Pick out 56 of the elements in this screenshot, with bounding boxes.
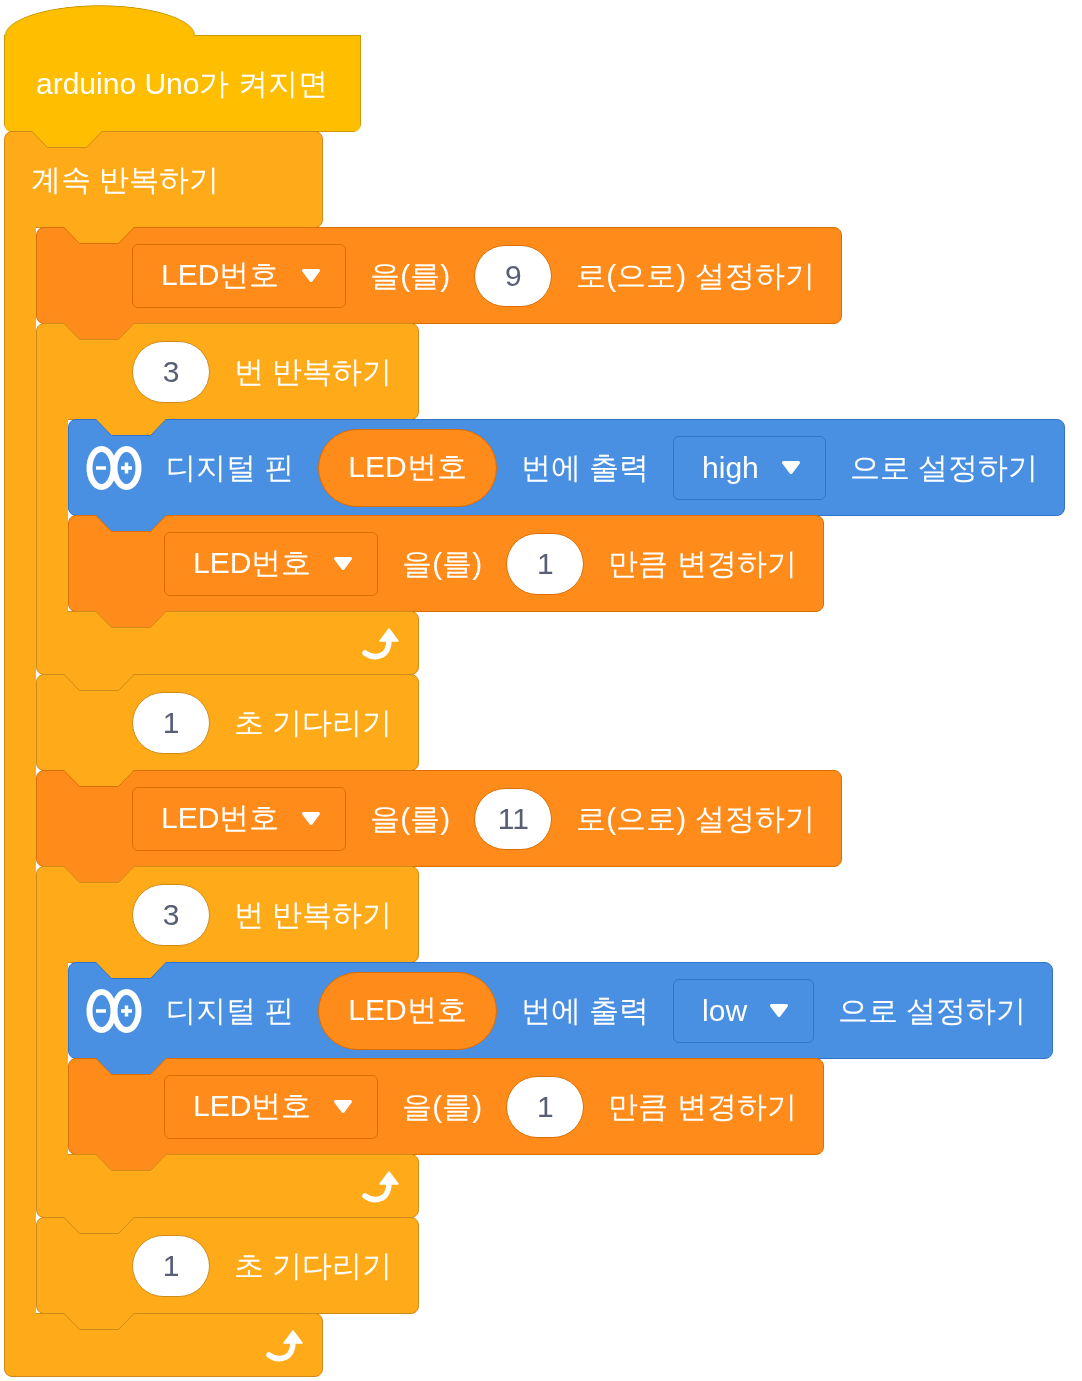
- block-label: arduino Uno가 켜지면: [36, 65, 328, 102]
- number-field[interactable]: 3: [132, 883, 210, 946]
- block-label: 을(를): [370, 800, 451, 837]
- connector-notch: [31, 131, 103, 148]
- number-field[interactable]: 1: [506, 532, 585, 595]
- block-label: 번 반복하기: [234, 896, 393, 933]
- connector-notch: [95, 611, 167, 628]
- curved-arrow-icon: [361, 1168, 402, 1204]
- block-label: 을(를): [402, 545, 483, 582]
- block-label: 을(를): [402, 1088, 483, 1125]
- block-label: 로(으로) 설정하기: [576, 257, 815, 294]
- connector-notch: [63, 227, 135, 244]
- loop-block-bottom[interactable]: [4, 1313, 323, 1377]
- block-label: 을(를): [370, 257, 451, 294]
- connector-notch: [63, 1313, 135, 1330]
- curved-arrow-icon: [265, 1327, 305, 1363]
- connector-notch: [95, 419, 167, 436]
- connector-notch: [63, 866, 135, 883]
- connector-notch: [95, 1058, 167, 1075]
- infinity-logo-icon: [86, 444, 142, 491]
- block-label: 초 기다리기: [234, 1247, 393, 1284]
- block-label: 만큼 변경하기: [608, 545, 797, 582]
- connector-notch: [63, 1217, 135, 1234]
- caret-icon: [769, 1003, 790, 1018]
- connector-notch: [63, 674, 135, 691]
- block-label: 로(으로) 설정하기: [576, 800, 815, 837]
- connector-notch: [63, 770, 135, 787]
- dropdown[interactable]: low: [673, 978, 815, 1043]
- number-field[interactable]: 1: [132, 691, 210, 754]
- block-label: 번에 출력: [520, 449, 650, 486]
- block-label: 디지털 핀: [166, 992, 295, 1029]
- infinity-logo-icon: [86, 987, 142, 1034]
- dropdown[interactable]: high: [673, 435, 826, 500]
- curved-arrow-icon: [361, 625, 402, 661]
- block-label: 디지털 핀: [166, 449, 295, 486]
- caret-icon: [333, 556, 354, 571]
- block-label: 으로 설정하기: [849, 449, 1039, 486]
- number-field[interactable]: 1: [132, 1234, 210, 1297]
- block-label: 초 기다리기: [234, 704, 393, 741]
- block-label: 번에 출력: [520, 992, 650, 1029]
- block-label: 계속 반복하기: [31, 161, 220, 198]
- number-field[interactable]: 1: [506, 1075, 585, 1138]
- connector-notch: [95, 1154, 167, 1171]
- number-field[interactable]: 3: [132, 340, 210, 403]
- block-label: 으로 설정하기: [838, 992, 1027, 1029]
- block-label: 만큼 변경하기: [608, 1088, 797, 1125]
- caret-icon: [333, 1099, 354, 1114]
- number-field[interactable]: 11: [474, 787, 553, 850]
- connector-notch: [95, 515, 167, 532]
- caret-icon: [301, 268, 322, 283]
- connector-notch: [95, 962, 167, 979]
- caret-icon: [780, 460, 801, 475]
- caret-icon: [301, 811, 322, 826]
- number-field[interactable]: 9: [474, 244, 553, 307]
- connector-notch: [63, 323, 135, 340]
- block-label: 번 반복하기: [234, 353, 393, 390]
